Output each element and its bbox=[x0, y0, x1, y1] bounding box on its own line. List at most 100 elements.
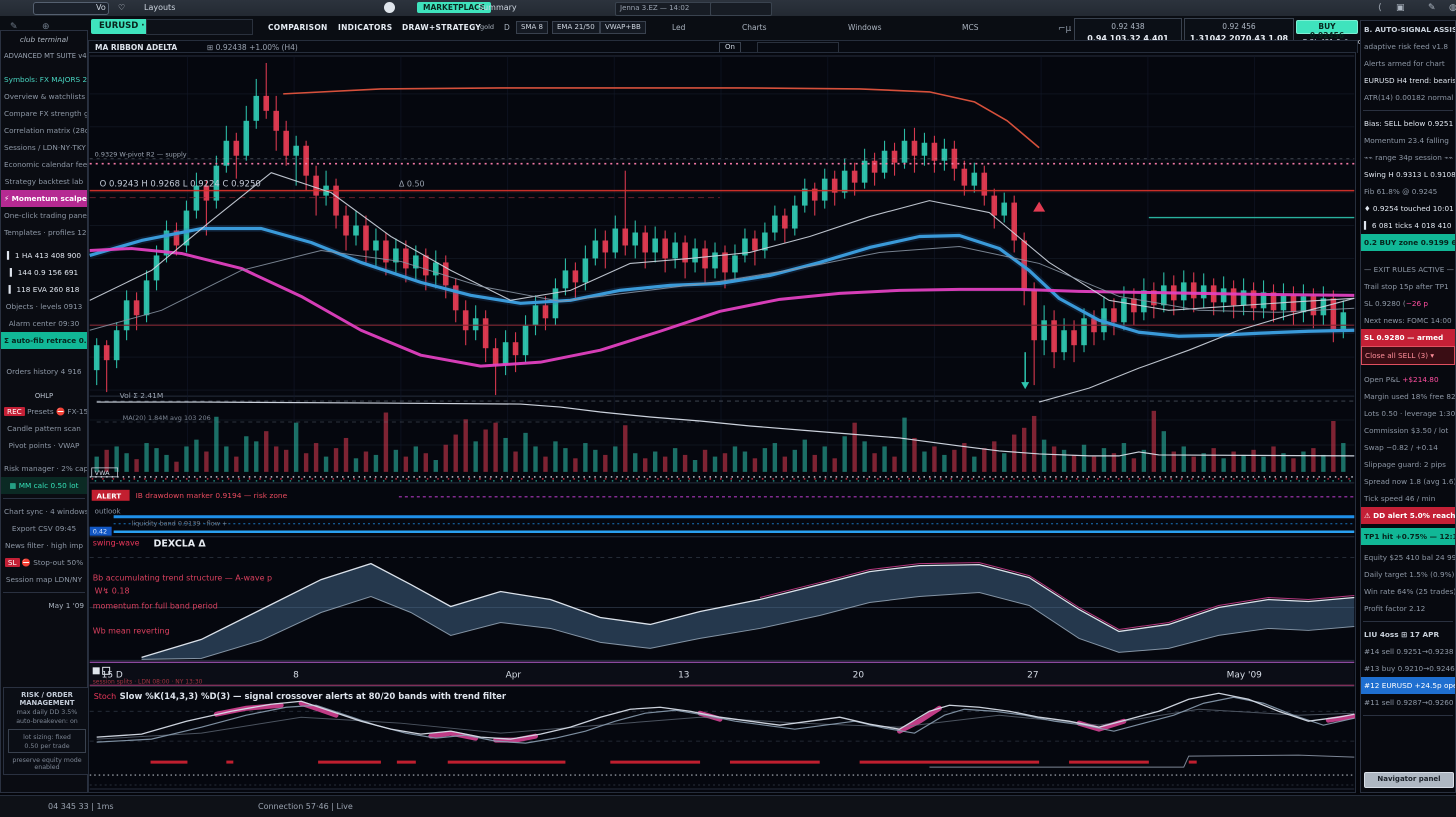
tab-comparison[interactable]: COMPARISON bbox=[268, 23, 328, 32]
list-item[interactable]: News filter · high imp bbox=[1, 537, 87, 554]
menu-led[interactable]: Led bbox=[672, 23, 685, 32]
list-item[interactable]: Alarm center 09:30 bbox=[1, 315, 87, 332]
list-item[interactable]: LIU 4oss ⊞ 17 APR bbox=[1361, 626, 1455, 643]
list-item[interactable]: ⚠ DD alert 5.0% reached bbox=[1361, 507, 1455, 524]
list-item[interactable]: Swing H 0.9313 L 0.9108 bbox=[1361, 166, 1455, 183]
menu-summary[interactable]: Summary bbox=[478, 3, 517, 12]
list-item[interactable]: #11 sell 0.9287→0.9260 bbox=[1361, 694, 1455, 711]
menu-view[interactable]: Vo bbox=[96, 3, 106, 12]
list-item[interactable]: Close all SELL (3) ▾ bbox=[1361, 346, 1455, 365]
list-item[interactable]: ▍ 6 081 ticks 4 018 410 bbox=[1361, 217, 1455, 234]
list-item[interactable]: Session map LDN/NY bbox=[1, 571, 87, 588]
list-item[interactable]: ⚡ Momentum scalper v2 bbox=[1, 190, 87, 207]
list-item[interactable]: — EXIT RULES ACTIVE — bbox=[1361, 261, 1455, 278]
list-item[interactable]: Alerts armed for chart bbox=[1361, 55, 1455, 72]
list-item[interactable]: adaptive risk feed v1.8 bbox=[1361, 38, 1455, 55]
list-item[interactable]: Open P&L +$214.80 bbox=[1361, 371, 1455, 388]
list-item[interactable]: ▦ MM calc 0.50 lot bbox=[1, 477, 87, 494]
risk-line-1: max daily DD 3.5% bbox=[6, 709, 88, 716]
menu-mcs[interactable]: MCS bbox=[962, 23, 978, 32]
chip-sma[interactable]: SMA 8 bbox=[516, 21, 548, 34]
list-item[interactable]: Margin used 18% free 82% bbox=[1361, 388, 1455, 405]
symbol-search-box[interactable] bbox=[146, 19, 253, 35]
list-item[interactable]: Lots 0.50 · leverage 1:30 bbox=[1361, 405, 1455, 422]
list-item[interactable]: One-click trading panel bbox=[1, 207, 87, 224]
list-item[interactable]: Tick speed 46 / min bbox=[1361, 490, 1455, 507]
list-item[interactable]: TP1 hit +0.75% — 12:10 bbox=[1361, 528, 1455, 545]
list-item[interactable]: Trail stop 15p after TP1 bbox=[1361, 278, 1455, 295]
list-item[interactable]: Daily target 1.5% (0.9%) bbox=[1361, 566, 1455, 583]
menu-windows[interactable]: Windows bbox=[848, 23, 881, 32]
list-item[interactable]: Next news: FOMC 14:00 bbox=[1361, 312, 1455, 329]
list-item[interactable]: Candle pattern scan bbox=[1, 420, 87, 437]
list-item[interactable]: #13 buy 0.9210→0.9246 bbox=[1361, 660, 1455, 677]
list-item[interactable]: B. AUTO-SIGNAL ASSISTANT bbox=[1361, 21, 1455, 38]
list-item[interactable]: ▍ 118 EVA 260 818 bbox=[1, 281, 87, 298]
list-item[interactable]: SL ⛔ Stop-out 50% bbox=[1, 554, 87, 571]
list-item[interactable]: Win rate 64% (25 trades) bbox=[1361, 583, 1455, 600]
session-input[interactable]: Jenna 3.EZ — 14:02 bbox=[615, 2, 713, 16]
list-item[interactable]: Bias: SELL below 0.9251 bbox=[1361, 115, 1455, 132]
list-item[interactable]: Pivot points · VWAP bbox=[1, 437, 87, 454]
list-item[interactable]: #14 sell 0.9251→0.9238 bbox=[1361, 643, 1455, 660]
divider bbox=[1363, 621, 1453, 622]
bracket-icon[interactable]: ⟨ bbox=[1378, 3, 1382, 13]
list-item[interactable]: Compare FX strength grid bbox=[1, 105, 87, 122]
list-item[interactable]: OHLP bbox=[1, 390, 87, 403]
list-item[interactable]: Spread now 1.8 (avg 1.6) bbox=[1361, 473, 1455, 490]
menu-layouts[interactable]: Layouts bbox=[144, 3, 175, 12]
list-item[interactable]: ADVANCED MT SUITE v4.2 bbox=[1, 48, 87, 65]
list-item[interactable]: Slippage guard: 2 pips bbox=[1361, 456, 1455, 473]
tab-draw-strategy[interactable]: DRAW+STRATEGY bbox=[402, 23, 481, 32]
list-item[interactable]: ▍ 144 0.9 156 691 bbox=[1, 264, 87, 281]
list-item[interactable]: ▍ 1 HA 413 408 900 bbox=[1, 247, 87, 264]
bell-icon[interactable]: ◍ bbox=[1449, 3, 1456, 13]
list-item[interactable]: Objects · levels 0913 bbox=[1, 298, 87, 315]
list-item[interactable]: Fib 61.8% @ 0.9245 bbox=[1361, 183, 1455, 200]
list-item[interactable]: Momentum 23.4 falling bbox=[1361, 132, 1455, 149]
list-item[interactable]: ATR(14) 0.00182 normal bbox=[1361, 89, 1455, 106]
list-item[interactable]: Chart sync · 4 windows bbox=[1, 503, 87, 520]
monitor-icon[interactable]: ▣ bbox=[1396, 3, 1405, 13]
list-item[interactable]: Swap −0.82 / +0.14 bbox=[1361, 439, 1455, 456]
list-item[interactable]: Export CSV 09:45 bbox=[1, 520, 87, 537]
list-item[interactable]: May 1 '09 bbox=[1, 597, 87, 614]
left-sidebar-list: club terminalADVANCED MT SUITE v4.2 Symbo… bbox=[1, 31, 87, 614]
list-item[interactable]: ⌁⌁ range 34p session ⌁⌁ bbox=[1361, 149, 1455, 166]
lot-sizing-box[interactable]: lot sizing: fixed 0.50 per trade bbox=[8, 729, 86, 753]
list-item[interactable]: Economic calendar feed bbox=[1, 156, 87, 173]
timeframe-label[interactable]: D bbox=[504, 23, 510, 32]
pencil-icon[interactable]: ✎ bbox=[1428, 3, 1436, 13]
list-item[interactable]: Commission $3.50 / lot bbox=[1361, 422, 1455, 439]
list-item[interactable]: #12 EURUSD +24.5p open bbox=[1361, 677, 1455, 694]
secondary-input[interactable] bbox=[710, 2, 772, 16]
list-item[interactable]: EURUSD H4 trend: bearish bbox=[1361, 72, 1455, 89]
list-item[interactable]: Risk manager · 2% cap bbox=[1, 460, 87, 477]
list-item[interactable]: Σ auto-fib retrace 0.618 bbox=[1, 332, 87, 349]
list-item[interactable]: Strategy backtest lab bbox=[1, 173, 87, 190]
list-item[interactable]: SL 0.9280 — armed bbox=[1361, 329, 1455, 346]
tab-indicators[interactable]: INDICATORS bbox=[338, 23, 392, 32]
list-item[interactable]: Equity $25 410 bal 24 998 bbox=[1361, 549, 1455, 566]
list-item[interactable]: ♦ 0.9254 touched 10:01 bbox=[1361, 200, 1455, 217]
price-chart-canvas[interactable]: 15 D8Apr132027May '09session splits · LD… bbox=[88, 52, 1356, 793]
list-item[interactable]: Overview & watchlists bbox=[1, 88, 87, 105]
list-item[interactable]: Correlation matrix (28d) bbox=[1, 122, 87, 139]
list-item[interactable]: 0.2 BUY zone 0.9199 6/6 bbox=[1361, 234, 1455, 251]
buy-button[interactable]: BUY 0.92456 bbox=[1296, 20, 1358, 34]
list-item[interactable]: Profit factor 2.12 bbox=[1361, 600, 1455, 617]
list-item[interactable]: Sessions / LDN·NY·TKY bbox=[1, 139, 87, 156]
avatar[interactable] bbox=[384, 2, 395, 13]
list-item[interactable]: REC Presets ⛔ FX-15 delta bbox=[1, 403, 87, 420]
list-item[interactable]: Orders history 4 916 bbox=[1, 363, 87, 380]
menu-charts[interactable]: Charts bbox=[742, 23, 767, 32]
chip-ema[interactable]: EMA 21/50 bbox=[552, 21, 600, 34]
navigator-button[interactable]: Navigator panel bbox=[1364, 772, 1454, 788]
chip-vwap[interactable]: VWAP+BB bbox=[600, 21, 646, 34]
favorite-icon[interactable]: ♡ bbox=[118, 3, 125, 12]
list-item[interactable]: Templates · profiles 12 bbox=[1, 224, 87, 241]
svg-text:Bb accumulating trend structur: Bb accumulating trend structure — A-wave… bbox=[93, 574, 272, 583]
list-item[interactable]: Symbols: FX MAJORS 28 bbox=[1, 71, 87, 88]
list-item[interactable]: SL 0.9280 (−26 p bbox=[1361, 295, 1455, 312]
list-item[interactable]: club terminal bbox=[1, 31, 87, 48]
